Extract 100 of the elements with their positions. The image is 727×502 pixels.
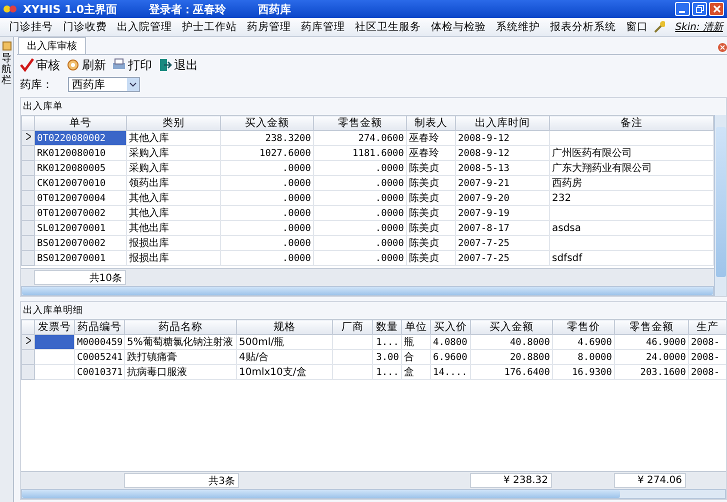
table-cell: 1...: [372, 364, 402, 380]
menu-item[interactable]: 药房管理: [242, 20, 296, 34]
window-title: XYHIS 1.0主界面: [23, 2, 117, 16]
column-header[interactable]: 买入金额: [470, 320, 552, 334]
menu-item[interactable]: 出入院管理: [112, 20, 177, 34]
table-cell: 陈美贞: [406, 160, 456, 176]
table-cell: 跌打镇痛膏: [124, 350, 236, 364]
table-cell: .0000: [314, 176, 406, 190]
table-cell: RK0120080005: [34, 160, 126, 176]
table-cell: 报损出库: [126, 250, 220, 266]
row-indicator[interactable]: [22, 334, 34, 350]
approve-button[interactable]: 审核: [20, 56, 60, 74]
column-header[interactable]: 备注: [550, 116, 714, 130]
maximize-button[interactable]: [692, 2, 707, 16]
table-cell: 2008-9-12: [456, 130, 550, 146]
column-header[interactable]: 药品编号: [74, 320, 124, 334]
table-cell: 2008-: [688, 350, 726, 364]
menu-item[interactable]: 护士工作站: [177, 20, 242, 34]
table-cell: 陈美贞: [406, 250, 456, 266]
table-cell: 4贴/合: [236, 350, 332, 364]
table-cell: BS0120070001: [34, 250, 126, 266]
table-cell: 陈美贞: [406, 190, 456, 206]
table-cell: 广东大翔药业有限公司: [550, 160, 714, 176]
column-header[interactable]: 厂商: [332, 320, 372, 334]
retail-total: ¥ 274.06: [614, 473, 686, 488]
table-cell: 瓶: [402, 334, 430, 350]
table-cell: 1181.6000: [314, 146, 406, 160]
column-header[interactable]: 出入库时间: [456, 116, 550, 130]
column-header[interactable]: 药品名称: [124, 320, 236, 334]
pointer-icon: [26, 133, 30, 140]
table-cell: .0000: [314, 206, 406, 220]
menu-item[interactable]: 窗口: [621, 20, 653, 34]
table-cell: 2007-7-25: [456, 250, 550, 266]
table-cell: .0000: [220, 176, 314, 190]
menu-item[interactable]: 系统维护: [491, 20, 545, 34]
column-header[interactable]: 规格: [236, 320, 332, 334]
menu-item[interactable]: 社区卫生服务: [350, 20, 426, 34]
print-button[interactable]: 打印: [112, 56, 152, 74]
table-cell: .0000: [314, 190, 406, 206]
table-cell: .0000: [314, 250, 406, 266]
vertical-scrollbar[interactable]: [714, 115, 726, 296]
table-cell: 2007-8-17: [456, 220, 550, 236]
table-cell: 238.3200: [220, 130, 314, 146]
column-header[interactable]: 类别: [126, 116, 220, 130]
horizontal-scrollbar[interactable]: [21, 489, 726, 499]
column-header[interactable]: 发票号: [34, 320, 74, 334]
column-header[interactable]: 买入金额: [220, 116, 314, 130]
table-cell: asdsa: [550, 220, 714, 236]
menu-item[interactable]: 药库管理: [296, 20, 350, 34]
table-cell: 其他入库: [126, 206, 220, 220]
table-cell: C0005241: [74, 350, 124, 364]
column-header[interactable]: 零售金额: [614, 320, 688, 334]
table-cell: .0000: [220, 190, 314, 206]
side-panel-label[interactable]: 导航栏: [2, 53, 12, 86]
app-logo-icon: [3, 4, 17, 14]
navigation-icon: [2, 41, 12, 51]
skin-link[interactable]: Skin: 清新: [675, 20, 723, 34]
restore-icon: [696, 5, 704, 13]
column-header[interactable]: 生产: [688, 320, 726, 334]
close-button[interactable]: [709, 2, 724, 16]
column-header[interactable]: 零售金额: [314, 116, 406, 130]
column-header[interactable]: 零售价: [552, 320, 614, 334]
menu-item[interactable]: 报表分析系统: [545, 20, 621, 34]
store-dropdown[interactable]: 西药库: [68, 76, 140, 92]
group-title: 出入库单: [22, 100, 64, 114]
table-cell: 巫春玲: [406, 146, 456, 160]
dropdown-icon: [127, 78, 139, 90]
table-cell: 2007-7-25: [456, 236, 550, 250]
column-header[interactable]: 单位: [402, 320, 430, 334]
table-cell: .0000: [220, 206, 314, 220]
minimize-button[interactable]: [675, 2, 690, 16]
table-cell: 2008-: [688, 334, 726, 350]
close-icon: [712, 5, 720, 13]
table-cell: .0000: [314, 236, 406, 250]
menu-item[interactable]: 门诊挂号: [4, 20, 58, 34]
table-cell: 6.9600: [430, 350, 470, 364]
table-cell: 巫春玲: [406, 130, 456, 146]
table-cell: 1027.6000: [220, 146, 314, 160]
table-cell: .0000: [220, 220, 314, 236]
column-header[interactable]: 数量: [372, 320, 402, 334]
table-cell: .0000: [314, 220, 406, 236]
table-cell: C0010371: [74, 364, 124, 380]
table-cell: .0000: [220, 160, 314, 176]
table-cell: 20.8800: [470, 350, 552, 364]
exit-button[interactable]: 退出: [158, 56, 198, 74]
table-cell: 盒: [402, 364, 430, 380]
column-header[interactable]: 单号: [34, 116, 126, 130]
close-tab-icon[interactable]: [718, 43, 727, 52]
menu-item[interactable]: 门诊收费: [58, 20, 112, 34]
table-cell: 2007-9-21: [456, 176, 550, 190]
table-cell: CK0120070010: [34, 176, 126, 190]
exit-icon: [158, 58, 172, 72]
column-header[interactable]: 制表人: [406, 116, 456, 130]
menu-item[interactable]: 体检与检验: [426, 20, 491, 34]
row-indicator[interactable]: [22, 130, 34, 146]
column-header[interactable]: 买入价: [430, 320, 470, 334]
refresh-button[interactable]: 刷新: [66, 56, 106, 74]
horizontal-scrollbar[interactable]: [21, 286, 714, 296]
table-cell: 西药房: [550, 176, 714, 190]
tab[interactable]: 出入库审核: [18, 37, 86, 54]
